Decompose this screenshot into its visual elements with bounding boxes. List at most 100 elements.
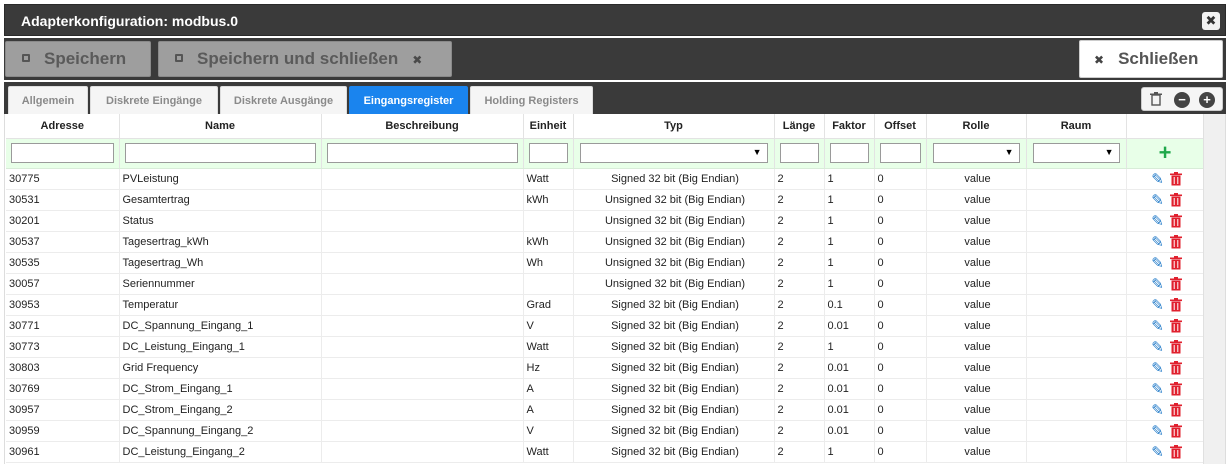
edit-pencil-icon[interactable]: ✎ xyxy=(1151,235,1164,250)
edit-pencil-icon[interactable]: ✎ xyxy=(1151,361,1164,376)
filter-beschreibung-input[interactable] xyxy=(326,143,518,163)
table-row[interactable]: 30803 Grid Frequency Hz Signed 32 bit (Big … xyxy=(6,357,1205,379)
table-row[interactable]: 30201 Status Unsigned 32 bit (Big Endian) 2… xyxy=(6,210,1205,232)
delete-trash-icon[interactable] xyxy=(1169,235,1182,249)
delete-trash-icon[interactable] xyxy=(1169,298,1182,312)
col-rolle[interactable]: Rolle xyxy=(926,114,1027,139)
table-row[interactable]: 30535 Tagesertrag_Wh Wh Unsigned 32 bit (Bi… xyxy=(6,252,1205,274)
delete-trash-icon[interactable] xyxy=(1169,277,1182,291)
register-grid: Adresse Name Beschreibung Einheit Typ Lä… xyxy=(4,114,1226,464)
filter-rolle-select[interactable] xyxy=(932,143,1020,163)
cell-typ: Signed 32 bit (Big Endian) xyxy=(573,357,775,379)
col-raum[interactable]: Raum xyxy=(1026,114,1127,139)
tab-diskrete-eingaenge[interactable]: Diskrete Eingänge xyxy=(90,86,218,114)
edit-pencil-icon[interactable]: ✎ xyxy=(1151,403,1164,418)
cell-beschreibung xyxy=(321,315,524,337)
col-typ[interactable]: Typ xyxy=(573,114,775,139)
delete-trash-icon[interactable] xyxy=(1169,403,1182,417)
edit-pencil-icon[interactable]: ✎ xyxy=(1151,214,1164,229)
delete-trash-icon[interactable] xyxy=(1169,319,1182,333)
add-row-icon[interactable]: + xyxy=(1159,140,1172,165)
cell-raum xyxy=(1026,378,1127,400)
col-einheit[interactable]: Einheit xyxy=(523,114,574,139)
cell-einheit: A xyxy=(523,378,574,400)
edit-pencil-icon[interactable]: ✎ xyxy=(1151,382,1164,397)
tab-allgemein[interactable]: Allgemein xyxy=(8,86,88,114)
tab-holding-registers[interactable]: Holding Registers xyxy=(470,86,593,114)
filter-faktor-input[interactable] xyxy=(829,143,869,163)
table-row[interactable]: 30957 DC_Strom_Eingang_2 A Signed 32 bit (B… xyxy=(6,399,1205,421)
delete-trash-icon[interactable] xyxy=(1169,361,1182,375)
cell-name: Temperatur xyxy=(119,294,322,316)
filter-raum-select[interactable] xyxy=(1032,143,1120,163)
cell-einheit: kWh xyxy=(523,231,574,253)
table-row[interactable]: 30769 DC_Strom_Eingang_1 A Signed 32 bit (B… xyxy=(6,378,1205,400)
delete-trash-icon[interactable] xyxy=(1169,193,1182,207)
plus-circle-icon[interactable]: + xyxy=(1199,92,1215,108)
col-beschreibung[interactable]: Beschreibung xyxy=(321,114,524,139)
filter-laenge-input[interactable] xyxy=(779,143,819,163)
delete-trash-icon[interactable] xyxy=(1169,382,1182,396)
save-and-close-button[interactable]: Speichern und schließen ✖ xyxy=(158,41,452,77)
delete-trash-icon[interactable] xyxy=(1169,256,1182,270)
vertical-scrollbar[interactable] xyxy=(1203,114,1225,464)
save-and-close-label: Speichern und schließen xyxy=(197,49,399,68)
col-adresse[interactable]: Adresse xyxy=(6,114,120,139)
col-offset[interactable]: Offset xyxy=(874,114,927,139)
edit-pencil-icon[interactable]: ✎ xyxy=(1151,340,1164,355)
cell-faktor: 1 xyxy=(824,336,875,358)
filter-typ-select[interactable] xyxy=(579,143,768,163)
filter-name-input[interactable] xyxy=(124,143,316,163)
cell-beschreibung xyxy=(321,378,524,400)
table-row[interactable]: 30775 PVLeistung Watt Signed 32 bit (Big En… xyxy=(6,168,1205,190)
filter-adresse-input[interactable] xyxy=(11,143,114,163)
edit-pencil-icon[interactable]: ✎ xyxy=(1151,193,1164,208)
col-laenge[interactable]: Länge xyxy=(774,114,825,139)
table-row[interactable]: 30959 DC_Spannung_Eingang_2 V Signed 32 bit… xyxy=(6,420,1205,442)
cell-einheit xyxy=(523,210,574,232)
table-row[interactable]: 30773 DC_Leistung_Eingang_1 Watt Signed 32 … xyxy=(6,336,1205,358)
cell-einheit: Wh xyxy=(523,252,574,274)
table-row[interactable]: 30771 DC_Spannung_Eingang_1 V Signed 32 bit… xyxy=(6,315,1205,337)
edit-pencil-icon[interactable]: ✎ xyxy=(1151,172,1164,187)
col-name[interactable]: Name xyxy=(119,114,322,139)
delete-trash-icon[interactable] xyxy=(1169,445,1182,459)
edit-pencil-icon[interactable]: ✎ xyxy=(1151,277,1164,292)
cell-typ: Unsigned 32 bit (Big Endian) xyxy=(573,210,775,232)
table-row[interactable]: 30057 Seriennummer Unsigned 32 bit (Big En… xyxy=(6,273,1205,295)
cell-offset: 0 xyxy=(874,357,927,379)
col-actions xyxy=(1126,114,1205,139)
delete-trash-icon[interactable] xyxy=(1169,340,1182,354)
close-button[interactable]: ✖ Schließen xyxy=(1079,40,1223,78)
table-row[interactable]: 30537 Tagesertrag_kWh kWh Unsigned 32 bit (… xyxy=(6,231,1205,253)
cell-name: DC_Leistung_Eingang_2 xyxy=(119,441,322,463)
cell-raum xyxy=(1026,252,1127,274)
table-row[interactable]: 30961 DC_Leistung_Eingang_2 Watt Signed 32 … xyxy=(6,441,1205,463)
cell-adresse: 30803 xyxy=(6,357,120,379)
filter-offset-input[interactable] xyxy=(879,143,921,163)
cell-faktor: 0.1 xyxy=(824,294,875,316)
window-close-icon[interactable]: ✖ xyxy=(1202,12,1220,30)
tab-diskrete-ausgaenge[interactable]: Diskrete Ausgänge xyxy=(220,86,347,114)
filter-einheit-input[interactable] xyxy=(528,143,568,163)
tab-eingangsregister[interactable]: Eingangsregister xyxy=(349,86,468,114)
col-faktor[interactable]: Faktor xyxy=(824,114,875,139)
cell-beschreibung xyxy=(321,441,524,463)
trash-icon[interactable] xyxy=(1148,92,1164,108)
table-row[interactable]: 30531 Gesamtertrag kWh Unsigned 32 bit (Big… xyxy=(6,189,1205,211)
save-button[interactable]: Speichern xyxy=(5,41,151,77)
edit-pencil-icon[interactable]: ✎ xyxy=(1151,319,1164,334)
row-actions: ✎ xyxy=(1126,189,1205,211)
cell-offset: 0 xyxy=(874,315,927,337)
minus-circle-icon[interactable]: − xyxy=(1174,92,1190,108)
edit-pencil-icon[interactable]: ✎ xyxy=(1151,298,1164,313)
table-row[interactable]: 30953 Temperatur Grad Signed 32 bit (Big En… xyxy=(6,294,1205,316)
cell-raum xyxy=(1026,441,1127,463)
cell-name: Gesamtertrag xyxy=(119,189,322,211)
delete-trash-icon[interactable] xyxy=(1169,214,1182,228)
edit-pencil-icon[interactable]: ✎ xyxy=(1151,256,1164,271)
edit-pencil-icon[interactable]: ✎ xyxy=(1151,424,1164,439)
edit-pencil-icon[interactable]: ✎ xyxy=(1151,445,1164,460)
delete-trash-icon[interactable] xyxy=(1169,424,1182,438)
delete-trash-icon[interactable] xyxy=(1169,172,1182,186)
